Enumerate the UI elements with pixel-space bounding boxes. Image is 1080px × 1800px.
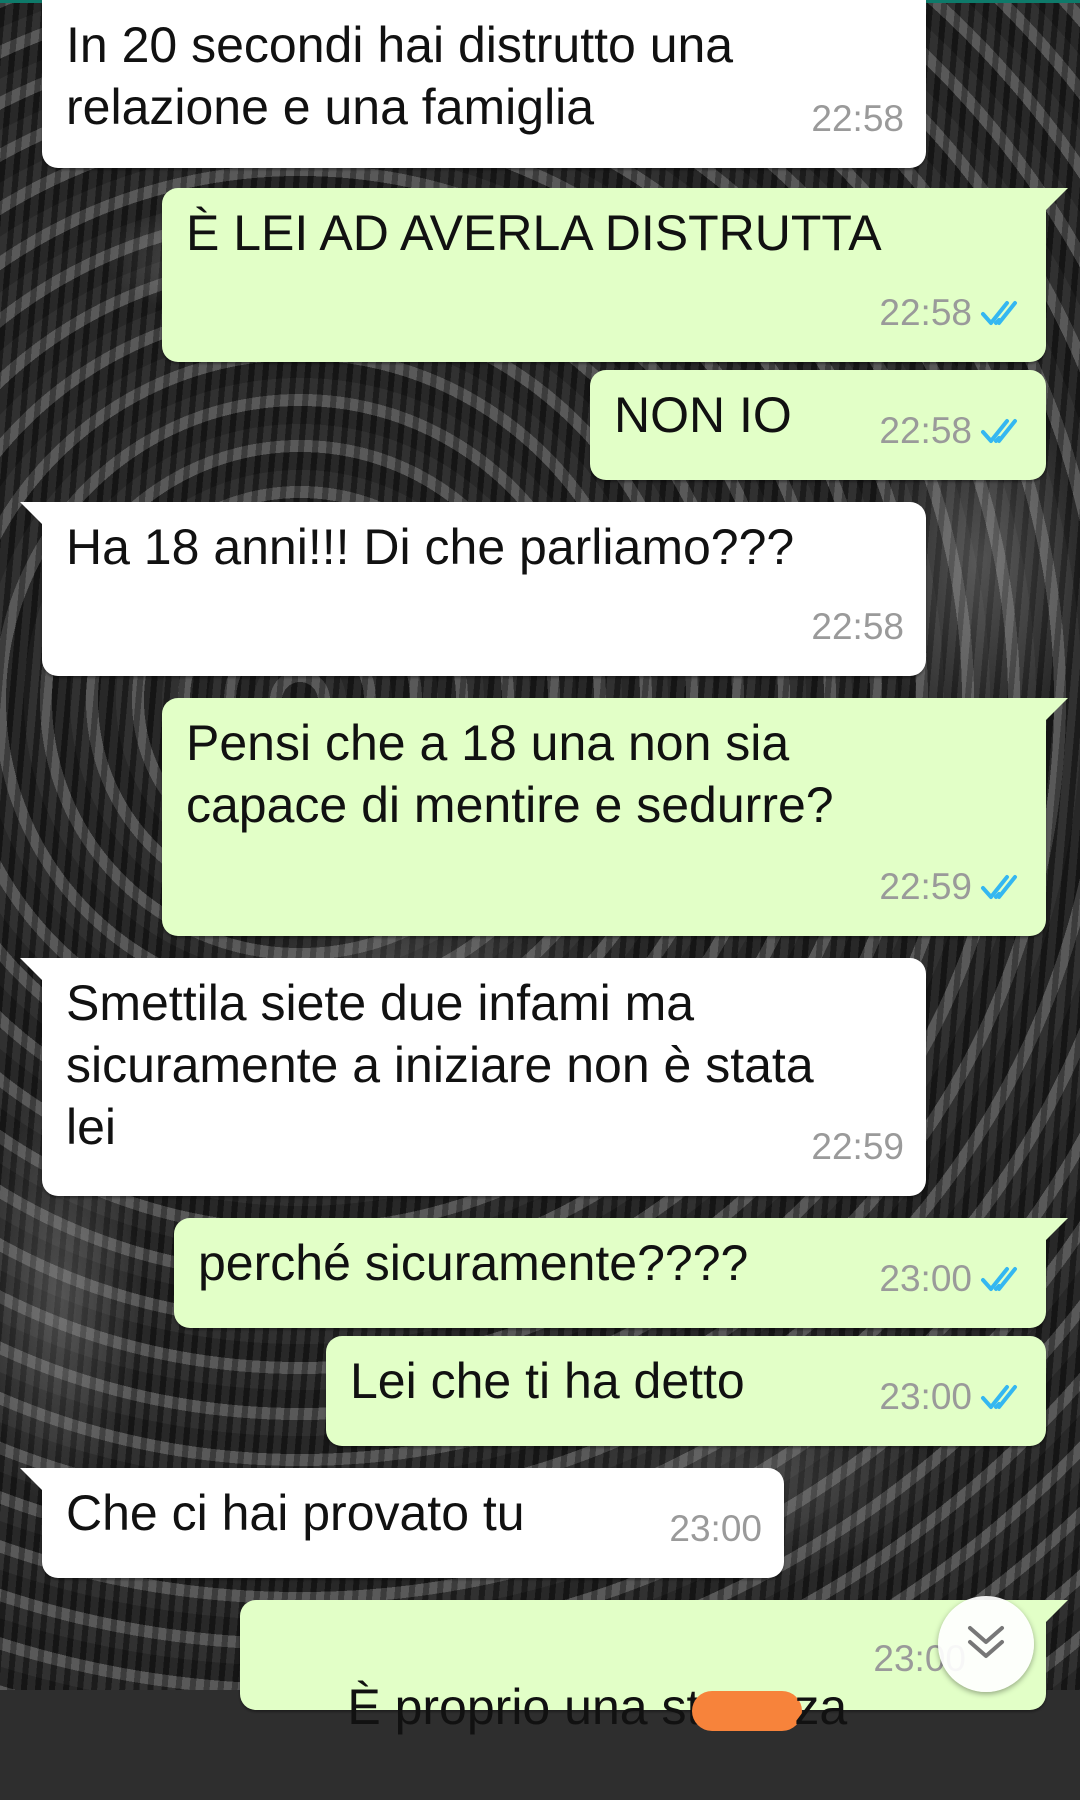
message-text: In 20 secondi hai distrutto una relazion… (66, 17, 734, 135)
message-text: Smettila siete due infami ma sicuramente… (66, 975, 814, 1155)
message-text: Ha 18 anni!!! Di che parliamo??? (66, 519, 795, 575)
incoming-message[interactable]: Che ci hai provato tu 23:00 (20, 1468, 784, 1578)
message-time: 23:00 (879, 1258, 972, 1299)
incoming-message[interactable]: Ha 18 anni!!! Di che parliamo??? 22:58 (20, 502, 926, 676)
message-time: 22:58 (879, 410, 972, 451)
outgoing-message[interactable]: Pensi che a 18 una non sia capace di men… (162, 698, 1068, 936)
message-time: 22:59 (811, 1126, 904, 1167)
scroll-to-bottom-button[interactable] (938, 1596, 1034, 1692)
message-time: 23:00 (879, 1376, 972, 1417)
incoming-message[interactable]: Smettila siete due infami ma sicuramente… (20, 958, 926, 1196)
message-meta: 22:58 (811, 88, 904, 150)
message-meta: 22:58 (879, 282, 1024, 344)
outgoing-message[interactable]: È LEI AD AVERLA DISTRUTTA 22:58 (162, 188, 1068, 362)
double-check-icon (981, 419, 1017, 443)
outgoing-message[interactable]: È proprio una st za 23:00 (240, 1600, 1068, 1735)
message-time: 22:58 (879, 292, 972, 333)
message-meta: 22:59 (879, 856, 1024, 918)
message-text: Pensi che a 18 una non sia capace di men… (186, 715, 834, 833)
redaction-mark (692, 1690, 803, 1731)
double-check-icon (981, 875, 1017, 899)
message-time: 22:58 (811, 98, 904, 139)
double-check-icon (981, 1385, 1017, 1409)
chevron-double-down-icon (968, 1626, 1004, 1658)
double-check-icon (981, 301, 1017, 325)
outgoing-message[interactable]: perché sicuramente???? 23:00 (174, 1218, 1068, 1328)
message-meta: 22:59 (811, 1116, 904, 1178)
message-text: È LEI AD AVERLA DISTRUTTA (186, 205, 882, 261)
message-time: 23:00 (669, 1508, 762, 1549)
message-meta: 23:00 (879, 1366, 1024, 1428)
message-time: 22:58 (811, 606, 904, 647)
message-text-start: È proprio una st (347, 1679, 701, 1735)
incoming-message[interactable]: In 20 secondi hai distrutto una relazion… (42, 0, 926, 168)
message-meta: 22:58 (879, 400, 1024, 462)
message-text-end: za (794, 1679, 848, 1735)
outgoing-message[interactable]: NON IO 22:58 (590, 370, 1046, 480)
message-text: Che ci hai provato tu (66, 1485, 525, 1541)
message-meta: 22:58 (811, 596, 904, 658)
message-time: 22:59 (879, 866, 972, 907)
outgoing-message[interactable]: Lei che ti ha detto 23:00 (326, 1336, 1046, 1446)
message-meta: 23:00 (669, 1498, 762, 1560)
double-check-icon (981, 1267, 1017, 1291)
message-meta: 23:00 (879, 1248, 1024, 1310)
